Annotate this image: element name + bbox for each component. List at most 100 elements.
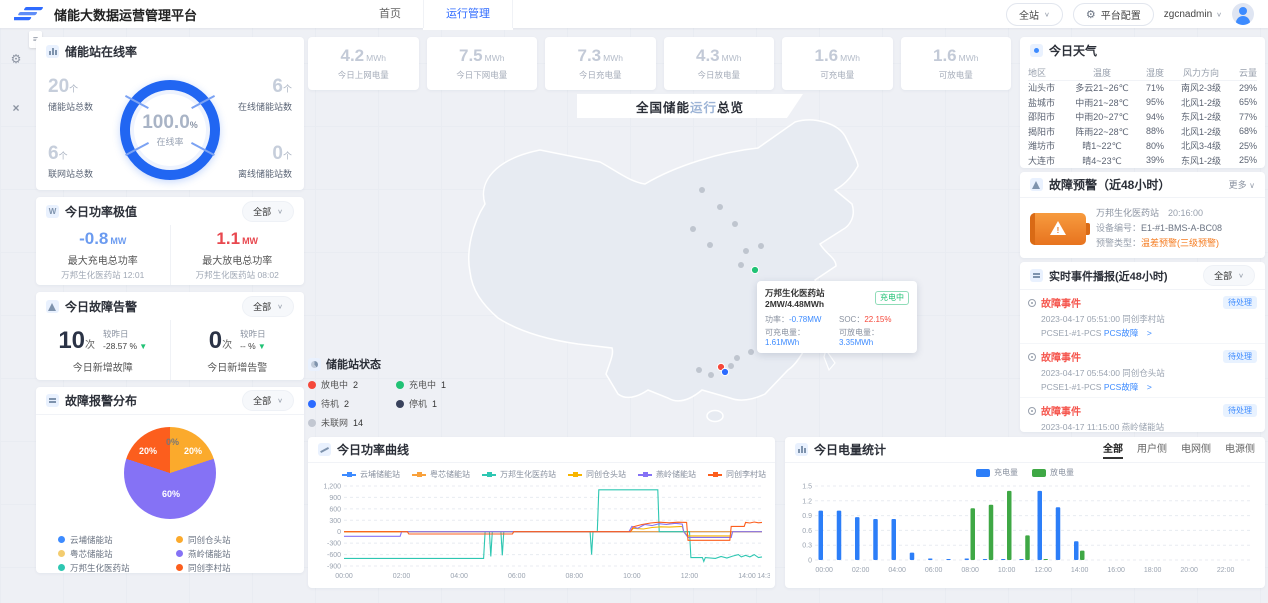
card-title: 今日电量统计 bbox=[814, 441, 886, 458]
pie-legend-item[interactable]: 燕岭储能站 bbox=[176, 547, 294, 560]
station-dot-gray[interactable] bbox=[743, 248, 749, 254]
tooltip-rows: 功率：-0.78MWSOC：22.15%可充电量：1.61MWh可放电量：3.3… bbox=[765, 314, 909, 347]
tooltip-title: 万邦生化医药站 2MW/4.48MWh bbox=[765, 287, 871, 309]
more-link[interactable]: 更多 ∨ bbox=[1229, 178, 1255, 191]
distribution-filter-select[interactable]: 全部∨ bbox=[242, 390, 294, 411]
status-label: 停机 bbox=[409, 397, 427, 410]
weather-cell: 71% bbox=[1138, 83, 1172, 93]
station-dot-green[interactable] bbox=[751, 266, 758, 273]
station-dot-gray[interactable] bbox=[707, 242, 713, 248]
gauge-stat: 6个在线储能站数 bbox=[212, 77, 292, 113]
svg-text:00:00: 00:00 bbox=[815, 567, 833, 574]
event-more-arrow[interactable]: > bbox=[1138, 328, 1151, 338]
line-chart-icon bbox=[318, 443, 331, 456]
discharge-bar bbox=[1007, 491, 1012, 560]
avatar[interactable] bbox=[1232, 3, 1254, 25]
event-fault-link[interactable]: PCS故障 bbox=[1104, 382, 1138, 392]
stat-label: 联网站总数 bbox=[48, 167, 128, 180]
energy-tab-0[interactable]: 全部 bbox=[1103, 440, 1123, 459]
station-dot-gray[interactable] bbox=[690, 226, 696, 232]
fault-distribution-pie: 20%60%20%0% bbox=[124, 427, 216, 519]
pie-legend-item[interactable]: 同创仓头站 bbox=[176, 533, 294, 546]
svg-text:14:31: 14:31 bbox=[757, 573, 770, 580]
event-item[interactable]: 故障事件待处理2023-04-17 11:15:00 燕岭储能站PCSE1-#2… bbox=[1020, 398, 1265, 432]
station-dot-blue[interactable] bbox=[721, 368, 728, 375]
station-dot-gray[interactable] bbox=[734, 355, 740, 361]
station-dot-gray[interactable] bbox=[717, 204, 723, 210]
warning-device-label: 设备编号： bbox=[1096, 223, 1141, 233]
bar-legend: 充电量 放电量 bbox=[785, 463, 1265, 478]
bar-legend-item[interactable]: 放电量 bbox=[1032, 467, 1074, 478]
pie-legend-item[interactable]: 万邦生化医药站 bbox=[58, 561, 176, 574]
curve-legend-item[interactable]: 粤芯储能站 bbox=[412, 469, 470, 480]
event-time-station: 2023-04-17 05:54:00 同创仓头站 bbox=[1041, 367, 1257, 379]
curve-legend-item[interactable]: 同创仓头站 bbox=[568, 469, 626, 480]
user-menu[interactable]: zgcnadmin ∨ bbox=[1164, 9, 1222, 20]
rail-close-icon[interactable]: × bbox=[9, 101, 23, 115]
tab-operation[interactable]: 运行管理 bbox=[423, 0, 513, 28]
energy-tab-1[interactable]: 用户侧 bbox=[1137, 440, 1167, 459]
station-dot-gray[interactable] bbox=[728, 363, 734, 369]
event-more-arrow[interactable]: > bbox=[1138, 382, 1151, 392]
bar-legend-item[interactable]: 充电量 bbox=[976, 467, 1018, 478]
alarm-filter-select[interactable]: 全部∨ bbox=[242, 296, 294, 317]
tooltip-value: 3.35MWh bbox=[839, 338, 873, 347]
pie-legend-item[interactable]: 同创李村站 bbox=[176, 561, 294, 574]
events-card: 实时事件播报(近48小时) 全部∨ 故障事件待处理2023-04-17 05:5… bbox=[1020, 262, 1265, 432]
online-rate-card: 储能站在线率 100.0% 在线率 20个储能站总数6个在线储能站数6个联网站总… bbox=[36, 37, 304, 190]
more-label: 更多 bbox=[1229, 180, 1247, 190]
station-dot-gray[interactable] bbox=[708, 372, 714, 378]
station-dot-gray[interactable] bbox=[699, 187, 705, 193]
card-title: 故障预警（近48小时） bbox=[1049, 176, 1170, 193]
curve-legend-item[interactable]: 云埔储能站 bbox=[342, 469, 400, 480]
pie-legend-item[interactable]: 云埔储能站 bbox=[58, 533, 176, 546]
filter-value: 全部 bbox=[253, 300, 271, 313]
curve-legend-item[interactable]: 燕岭储能站 bbox=[638, 469, 696, 480]
events-filter-select[interactable]: 全部∨ bbox=[1203, 265, 1255, 286]
kpi-card: 1.6MWh可放电量 bbox=[901, 37, 1012, 90]
station-dot-gray[interactable] bbox=[758, 243, 764, 249]
weather-row: 揭阳市阵雨22~28℃88%北风1-2级68% bbox=[1028, 124, 1257, 139]
platform-config-button[interactable]: ⚙ 平台配置 bbox=[1073, 3, 1154, 26]
compare-label: 较昨日 bbox=[240, 328, 266, 340]
event-fault-link[interactable]: PCS故障 bbox=[1104, 328, 1138, 338]
kpi-label: 今日下网电量 bbox=[456, 69, 507, 81]
weather-cell: 94% bbox=[1138, 112, 1172, 122]
discharge-bar bbox=[989, 505, 994, 560]
charge-bar bbox=[1038, 491, 1043, 560]
energy-tabs: 全部用户侧电网侧电源侧 bbox=[1103, 440, 1255, 459]
svg-text:20:00: 20:00 bbox=[1180, 567, 1198, 574]
event-item[interactable]: 故障事件待处理2023-04-17 05:54:00 同创仓头站PCSE1-#1… bbox=[1020, 344, 1265, 398]
stat-label: 在线储能站数 bbox=[212, 100, 292, 113]
energy-tab-2[interactable]: 电网侧 bbox=[1181, 440, 1211, 459]
fault-distribution-body: 20%60%20%0% 云埔储能站粤芯储能站万邦生化医药站 同创仓头站燕岭储能站同… bbox=[36, 415, 304, 571]
weather-header-cell: 湿度 bbox=[1138, 66, 1172, 79]
event-item[interactable]: 故障事件待处理2023-04-17 05:51:00 同创李村站PCSE1-#1… bbox=[1020, 290, 1265, 344]
tab-home[interactable]: 首页 bbox=[357, 0, 423, 28]
station-dot-gray[interactable] bbox=[738, 262, 744, 268]
station-dot-gray[interactable] bbox=[748, 349, 754, 355]
pie-legend-item[interactable]: 粤芯储能站 bbox=[58, 547, 176, 560]
rail-gear-icon[interactable]: ⚙ bbox=[9, 52, 23, 66]
energy-tab-3[interactable]: 电源侧 bbox=[1225, 440, 1255, 459]
status-label: 待机 bbox=[321, 397, 339, 410]
svg-text:900: 900 bbox=[329, 495, 341, 502]
svg-text:02:00: 02:00 bbox=[393, 573, 411, 580]
station-dot-gray[interactable] bbox=[732, 221, 738, 227]
weather-cell: 南风2-3级 bbox=[1172, 81, 1230, 94]
filter-value: 全部 bbox=[1214, 269, 1232, 282]
weather-cell: 晴4~23℃ bbox=[1066, 154, 1138, 167]
charge-bar bbox=[892, 519, 897, 560]
stat-label: 储能站总数 bbox=[48, 100, 128, 113]
event-status-badge: 待处理 bbox=[1223, 350, 1257, 363]
kpi-unit: MWh bbox=[603, 53, 623, 63]
charge-bar bbox=[1074, 541, 1079, 560]
kpi-label: 今日放电量 bbox=[697, 69, 740, 81]
station-select[interactable]: 全站 ∨ bbox=[1006, 3, 1063, 26]
curve-legend-item[interactable]: 万邦生化医药站 bbox=[482, 469, 556, 480]
extreme-unit: MW bbox=[110, 236, 126, 246]
power-filter-select[interactable]: 全部∨ bbox=[242, 201, 294, 222]
power-extreme-item: 1.1MW最大放电总功率万邦生化医药站 08:02 bbox=[170, 225, 305, 285]
station-dot-gray[interactable] bbox=[696, 367, 702, 373]
curve-legend-item[interactable]: 同创李村站 bbox=[708, 469, 766, 480]
